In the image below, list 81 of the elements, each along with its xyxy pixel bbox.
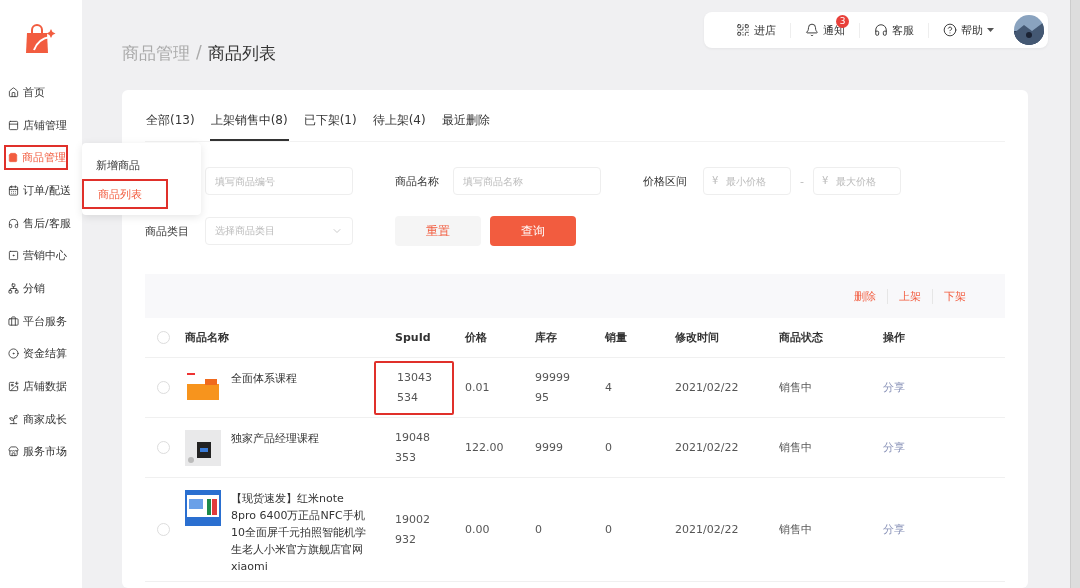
column-header: 库存 — [535, 330, 558, 345]
header-button[interactable]: 帮助 — [943, 22, 994, 38]
qr-code-icon — [736, 23, 750, 37]
sidebar-icon — [8, 152, 18, 164]
table-cell-text: 销售中 — [779, 439, 813, 456]
table-cell-text: 0.01 — [465, 379, 491, 396]
table-cell-text: 销售中 — [779, 521, 813, 538]
table-cell-text: 0.00 — [465, 521, 491, 538]
range-separator: - — [799, 174, 805, 188]
header-button[interactable]: 进店 — [736, 22, 776, 38]
table-cell: 13043 534 — [374, 360, 454, 415]
column-header: 操作 — [883, 330, 906, 345]
sidebar-item[interactable]: 售后/客服 — [0, 206, 77, 240]
product-name: 全面体系课程 — [231, 371, 298, 387]
logo-icon — [24, 24, 56, 54]
submenu-item[interactable]: 新增商品 — [82, 151, 201, 179]
field-label: 商品名称 — [395, 173, 440, 189]
field-label: 商品类目 — [145, 223, 190, 239]
sidebar-item[interactable]: 分销 — [0, 272, 51, 305]
sidebar-icon — [8, 250, 19, 262]
column-header: 销量 — [605, 330, 628, 345]
page-title: 商品列表 — [207, 42, 276, 65]
sidebar-icon — [8, 381, 19, 393]
table-cell-text: 122.00 — [465, 439, 505, 456]
column-header: 商品状态 — [779, 330, 824, 345]
sidebar-item[interactable]: 店铺管理 — [0, 108, 73, 142]
avatar[interactable] — [1014, 15, 1044, 45]
table-cell-text: 0 — [605, 521, 613, 538]
sidebar-item[interactable]: 资金结算 — [0, 337, 73, 371]
table-cell-text: 0 — [605, 439, 613, 456]
table-cell-text: 9999 — [535, 439, 564, 456]
sidebar-icon — [8, 413, 19, 425]
sidebar-icon — [8, 86, 19, 98]
sidebar-item[interactable]: 订单/配送 — [0, 174, 77, 207]
product-name: 独家产品经理课程 — [231, 431, 320, 447]
currency-symbol: ¥ — [712, 175, 719, 186]
product-name: 【现货速发】红米note 8pro 6400万正品NFC手机10全面屏千元拍照智能机学生老人小米官方旗舰店官网xiaomi — [231, 491, 367, 575]
tab[interactable]: 待上架(4) — [371, 112, 427, 141]
sidebar-icon — [8, 282, 19, 294]
sidebar-item[interactable]: 首页 — [0, 76, 51, 109]
row-radio[interactable] — [157, 381, 170, 394]
table-cell-text: 4 — [605, 379, 613, 396]
sidebar-icon — [8, 348, 19, 360]
help-icon — [943, 23, 957, 37]
table-cell-text: 99999 95 — [535, 369, 571, 406]
currency-symbol: ¥ — [822, 175, 829, 186]
sidebar-icon — [8, 446, 19, 458]
sidebar-item[interactable]: 营销中心 — [0, 239, 73, 273]
select-all-radio[interactable] — [157, 331, 170, 344]
column-header: SpuId — [395, 331, 432, 344]
table-cell-text: 0 — [535, 521, 543, 538]
column-header: 修改时间 — [675, 330, 720, 345]
row-radio[interactable] — [157, 523, 170, 536]
headset-icon — [874, 23, 888, 37]
sidebar-item[interactable]: 平台服务 — [0, 304, 73, 338]
table-cell-text: 2021/02/22 — [675, 439, 740, 456]
row-radio[interactable] — [157, 441, 170, 454]
sidebar-icon — [8, 217, 19, 229]
sidebar-item[interactable]: 服务市场 — [0, 435, 73, 469]
sidebar-icon — [8, 119, 19, 131]
sidebar-item[interactable]: 店铺数据 — [0, 370, 73, 403]
field-label: 价格区间 — [643, 173, 688, 189]
caret-icon — [987, 28, 994, 32]
column-header: 商品名称 — [185, 330, 230, 345]
table-cell-text: 销售中 — [779, 379, 813, 396]
sidebar-icon — [8, 315, 19, 327]
tab[interactable]: 已下架(1) — [302, 112, 358, 141]
table-cell-text: 2021/02/22 — [675, 521, 740, 538]
header-button[interactable]: 客服 — [874, 22, 914, 38]
bell-icon — [805, 23, 819, 37]
tab[interactable]: 全部(13) — [145, 112, 196, 141]
tab[interactable]: 上架销售中(8) — [209, 112, 289, 141]
scrollbar[interactable] — [1070, 0, 1080, 588]
table-cell-text: 19048 353 — [395, 429, 430, 466]
table-cell-text: 2021/02/22 — [675, 379, 740, 396]
breadcrumb-separator: / — [196, 42, 202, 64]
table-cell-text: 19002 932 — [395, 511, 430, 548]
sidebar-icon — [8, 184, 19, 196]
column-header: 价格 — [465, 330, 488, 345]
sidebar-item[interactable]: 商家成长 — [0, 402, 73, 436]
tab[interactable]: 最近删除 — [440, 112, 491, 141]
